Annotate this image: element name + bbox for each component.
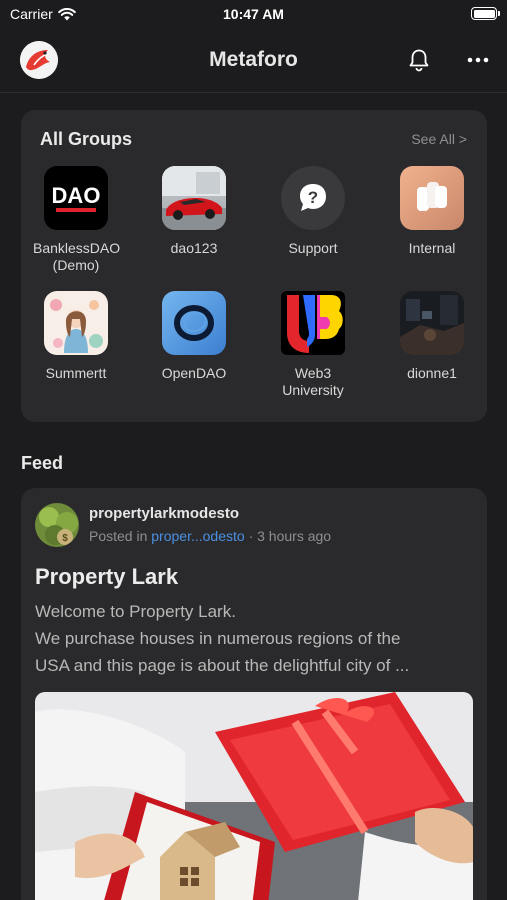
- group-item-summertt[interactable]: Summertt: [21, 291, 131, 382]
- post-body-line: Welcome to Property Lark.: [35, 602, 236, 621]
- group-label: Internal: [408, 240, 456, 256]
- group-item-banklessdao[interactable]: DAO BanklessDAO (Demo): [21, 166, 131, 274]
- post-group-link[interactable]: proper...odesto: [151, 528, 244, 544]
- group-item-web3-university[interactable]: Web3 University: [258, 291, 368, 399]
- bell-icon[interactable]: [406, 47, 432, 73]
- opendao-ring-logo-icon: [162, 291, 226, 355]
- group-label: Summertt: [45, 365, 107, 381]
- dao-logo-icon: DAO: [44, 166, 108, 230]
- post-time: 3 hours ago: [257, 528, 332, 544]
- group-item-internal[interactable]: Internal: [377, 166, 487, 257]
- question-mark-icon: ?: [281, 166, 345, 230]
- group-label: Support: [288, 240, 338, 256]
- feed-section-title: Feed: [21, 453, 64, 473]
- group-label: Web3 University: [282, 365, 344, 398]
- group-label: dionne1: [407, 365, 457, 381]
- illustration-woman-icon: [44, 291, 108, 355]
- svg-text:?: ?: [308, 188, 318, 207]
- post-image[interactable]: [35, 692, 473, 900]
- groups-section-title: All Groups: [40, 129, 133, 149]
- group-item-dao123[interactable]: dao123: [139, 166, 249, 257]
- meta-separator: ·: [248, 528, 254, 544]
- group-item-opendao[interactable]: OpenDAO: [139, 291, 249, 382]
- author-avatar[interactable]: $: [35, 503, 79, 547]
- post-body[interactable]: Welcome to Property Lark. We purchase ho…: [35, 598, 475, 679]
- status-time: 10:47 AM: [223, 6, 284, 22]
- svg-text:DAO: DAO: [52, 183, 101, 208]
- svg-text:$: $: [62, 533, 68, 544]
- app-header: Metaforo: [0, 30, 507, 93]
- group-label: dao123: [170, 240, 218, 256]
- post-meta: Posted in proper...odesto · 3 hours ago: [89, 528, 331, 544]
- group-label: BanklessDAO (Demo): [33, 240, 121, 273]
- red-sports-car-icon: [162, 166, 226, 230]
- web3-university-logo-icon: [281, 291, 345, 355]
- feed-post-card[interactable]: $ propertylarkmodesto Posted in proper..…: [21, 488, 487, 900]
- post-body-line: USA and this page is about the delightfu…: [35, 656, 410, 675]
- blocks-logo-icon: [400, 166, 464, 230]
- all-groups-card: All Groups See All > DAO BanklessDAO (De…: [21, 110, 487, 422]
- group-item-dionne1[interactable]: dionne1: [377, 291, 487, 382]
- post-body-line: We purchase houses in numerous regions o…: [35, 629, 401, 648]
- dark-photo-icon: [400, 291, 464, 355]
- posted-in-label: Posted in: [89, 528, 148, 544]
- see-all-link[interactable]: See All >: [411, 131, 467, 147]
- post-title[interactable]: Property Lark: [35, 564, 178, 590]
- group-label: OpenDAO: [161, 365, 227, 381]
- more-options-icon[interactable]: [465, 47, 491, 73]
- battery-icon: [471, 7, 500, 20]
- post-author[interactable]: propertylarkmodesto: [89, 505, 239, 522]
- status-bar: Carrier 10:47 AM: [0, 0, 507, 30]
- group-item-support[interactable]: ? Support: [258, 166, 368, 257]
